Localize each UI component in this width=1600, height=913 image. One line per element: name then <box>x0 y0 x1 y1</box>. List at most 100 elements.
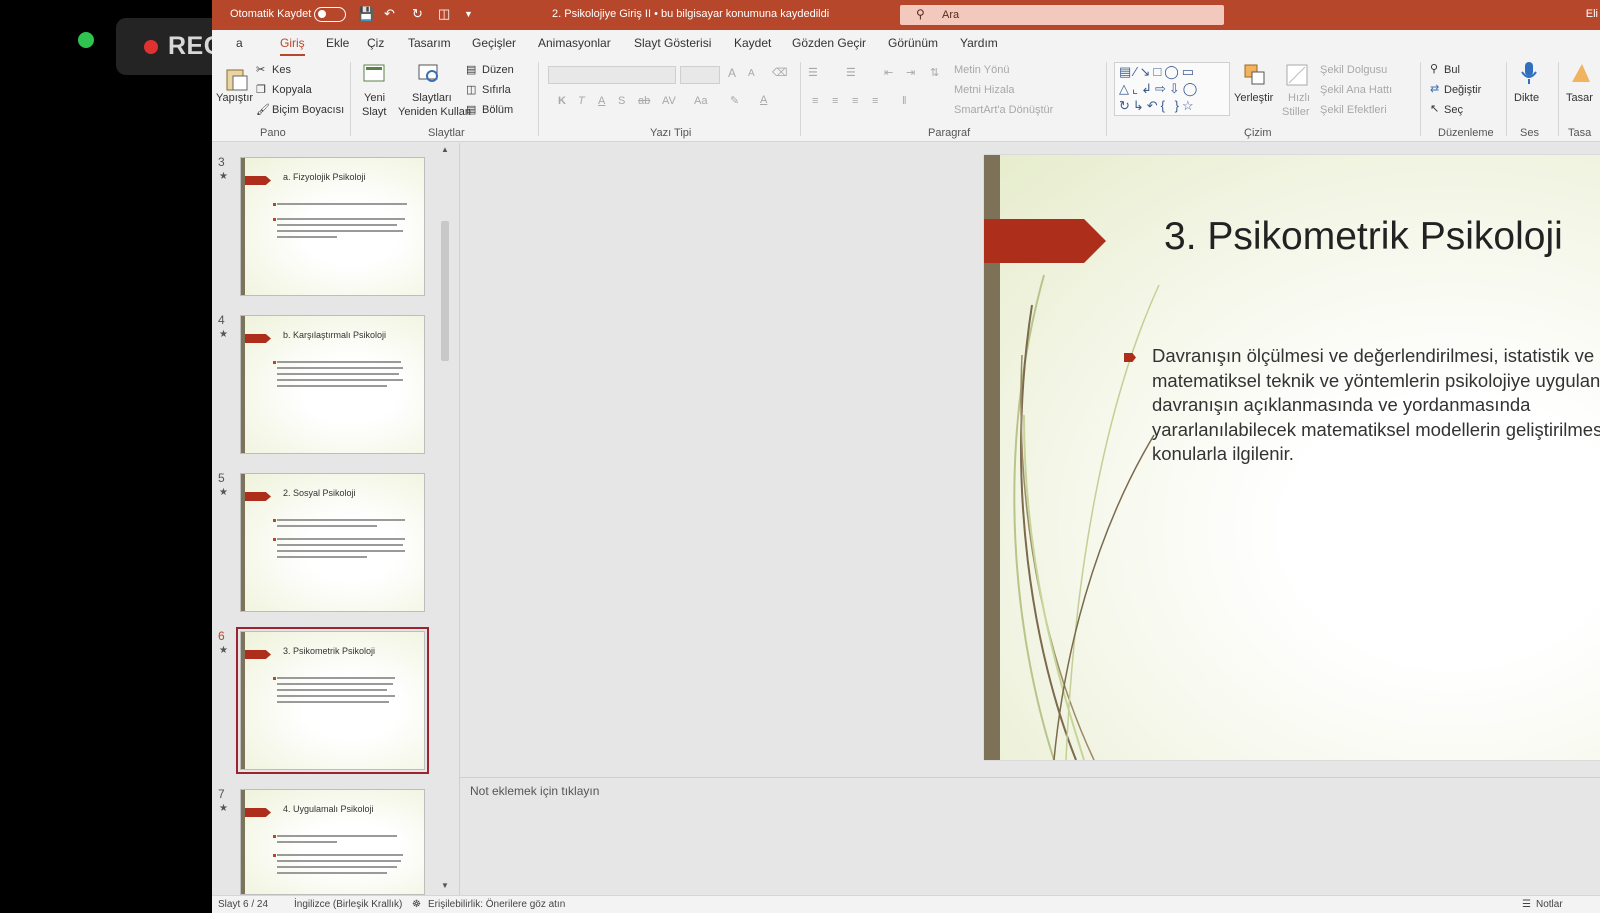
ribbon: Yapıştır ✂ Kes ❐ Kopyala 🖌 Biçim Boyacıs… <box>212 58 1600 142</box>
dictate-button[interactable]: Dikte <box>1514 92 1539 104</box>
shape-fill-button[interactable]: Şekil Dolgusu <box>1320 64 1387 76</box>
slide-body-text[interactable]: Davranışın ölçülmesi ve değerlendirilmes… <box>1152 344 1600 467</box>
tab-help[interactable]: Yardım <box>960 36 998 50</box>
thumbnail-text-line <box>277 683 393 685</box>
align-text-button[interactable]: Metni Hizala <box>954 84 1015 96</box>
justify-icon[interactable]: ≡ <box>872 95 878 107</box>
grow-font-button[interactable]: A <box>728 66 736 80</box>
notes-toggle[interactable]: Notlar <box>1536 899 1563 910</box>
tab-transitions[interactable]: Geçişler <box>472 36 516 50</box>
tab-draw[interactable]: Çiz <box>367 36 384 50</box>
tab-design[interactable]: Tasarım <box>408 36 451 50</box>
customize-qat-icon[interactable]: ▼ <box>464 9 473 19</box>
slide-number: 3 <box>218 155 225 169</box>
font-size-select[interactable] <box>680 66 720 84</box>
layout-button[interactable]: Düzen <box>482 64 514 76</box>
notes-pane[interactable]: Not eklemek için tıklayın <box>460 778 1600 895</box>
undo-icon[interactable]: ↶ <box>384 6 395 22</box>
document-title[interactable]: 2. Psikolojiye Giriş II • bu bilgisayar … <box>552 8 829 20</box>
font-family-select[interactable] <box>548 66 676 84</box>
strikethrough-button[interactable]: ab <box>638 95 650 107</box>
tab-file[interactable]: a <box>236 36 243 50</box>
new-slide-label-2: Slayt <box>362 106 387 118</box>
redo-icon[interactable]: ↻ <box>412 6 423 22</box>
designer-button[interactable]: Tasar <box>1566 92 1593 104</box>
tab-review[interactable]: Gözden Geçir <box>792 36 866 50</box>
replace-button[interactable]: Değiştir <box>1444 84 1481 96</box>
thumbnail-side-bar <box>241 474 245 611</box>
tab-home[interactable]: Giriş <box>280 36 305 56</box>
group-separator <box>1420 62 1421 136</box>
slide-title[interactable]: 3. Psikometrik Psikoloji <box>1164 215 1563 259</box>
increase-indent-icon[interactable]: ⇥ <box>906 66 915 79</box>
char-spacing-button[interactable]: AV <box>662 95 676 107</box>
select-icon: ↖ <box>1430 103 1440 115</box>
thumbnail-bullet <box>273 854 276 857</box>
thumbnail-text-line <box>277 701 389 703</box>
align-right-icon[interactable]: ≡ <box>852 95 858 107</box>
cut-button[interactable]: Kes <box>272 64 291 76</box>
save-icon[interactable]: 💾 <box>358 6 374 22</box>
search-box[interactable]: ⚲ Ara <box>900 5 1224 25</box>
group-label-duzenleme: Düzenleme <box>1438 127 1494 139</box>
scrollbar-thumb[interactable] <box>441 221 449 361</box>
thumbnail-flag <box>245 334 271 343</box>
group-separator <box>538 62 539 136</box>
clear-format-icon[interactable]: ⌫ <box>772 66 788 79</box>
shrink-font-button[interactable]: A <box>748 68 755 79</box>
arrange-button[interactable]: Yerleştir <box>1234 92 1273 104</box>
thumbnail-text-line <box>277 550 405 552</box>
present-icon[interactable]: ◫ <box>438 6 450 22</box>
text-direction-button[interactable]: Metin Yönü <box>954 64 1009 76</box>
format-painter-button[interactable]: Biçim Boyacısı <box>272 104 344 116</box>
decrease-indent-icon[interactable]: ⇤ <box>884 66 893 79</box>
tab-insert[interactable]: Ekle <box>326 36 349 50</box>
thumbnail-flag <box>245 808 271 817</box>
bold-button[interactable]: K <box>558 95 566 107</box>
thumbnail-title: 2. Sosyal Psikoloji <box>283 488 356 498</box>
language-indicator[interactable]: İngilizce (Birleşik Krallık) <box>294 899 402 910</box>
tab-slideshow[interactable]: Slayt Gösterisi <box>634 36 711 50</box>
underline-button[interactable]: A <box>598 95 605 107</box>
font-color-icon[interactable]: A <box>760 94 767 106</box>
thumbnail-text-line <box>277 689 387 691</box>
bullets-icon[interactable]: ☰ <box>808 66 818 79</box>
copy-button[interactable]: Kopyala <box>272 84 312 96</box>
highlight-icon[interactable]: ✎ <box>730 94 739 107</box>
account-name[interactable]: Eli <box>1586 8 1598 20</box>
align-left-icon[interactable]: ≡ <box>812 95 818 107</box>
designer-icon <box>1572 64 1590 82</box>
scroll-up-icon[interactable]: ▲ <box>440 145 450 155</box>
reset-button[interactable]: Sıfırla <box>482 84 511 96</box>
align-center-icon[interactable]: ≡ <box>832 95 838 107</box>
tab-animations[interactable]: Animasyonlar <box>538 36 611 50</box>
reuse-slides-button[interactable]: Slaytları <box>412 92 452 104</box>
accessibility-status[interactable]: Erişilebilirlik: Önerilere göz atın <box>428 899 565 910</box>
section-button[interactable]: Bölüm <box>482 104 513 116</box>
numbering-icon[interactable]: ☰ <box>846 66 856 79</box>
select-button[interactable]: Seç <box>1444 104 1463 116</box>
tab-view[interactable]: Görünüm <box>888 36 938 50</box>
paste-button[interactable]: Yapıştır <box>216 92 253 104</box>
thumbnails-scrollbar[interactable]: ▲ ▼ <box>438 143 452 895</box>
autosave-toggle[interactable] <box>314 7 346 22</box>
shadow-button[interactable]: S <box>618 95 625 107</box>
thumbnail-text-line <box>277 218 405 220</box>
smartart-button[interactable]: SmartArt'a Dönüştür <box>954 104 1053 116</box>
find-button[interactable]: Bul <box>1444 64 1460 76</box>
quick-styles-button[interactable]: Hızlı <box>1288 92 1310 104</box>
line-spacing-icon[interactable]: ⇅ <box>930 66 939 79</box>
columns-icon[interactable]: ‖ <box>902 95 907 107</box>
thumbnail-title: a. Fizyolojik Psikoloji <box>283 172 366 182</box>
italic-button[interactable]: T <box>578 95 585 107</box>
scroll-down-icon[interactable]: ▼ <box>440 881 450 891</box>
current-slide[interactable]: 3. Psikometrik Psikoloji Davranışın ölçü… <box>984 155 1600 760</box>
thumbnail-flag <box>245 492 271 501</box>
shape-effects-button[interactable]: Şekil Efektleri <box>1320 104 1387 116</box>
thumbnail-preview: b. Karşılaştırmalı Psikoloji <box>240 315 425 454</box>
shape-outline-button[interactable]: Şekil Ana Hattı <box>1320 84 1392 96</box>
change-case-button[interactable]: Aa <box>694 95 707 107</box>
tab-record[interactable]: Kaydet <box>734 36 771 50</box>
shapes-gallery[interactable]: ▤∕↘□◯▭ △⌞↲⇨⇩◯ ↻↳↶{ }☆ <box>1114 62 1230 116</box>
new-slide-button[interactable]: Yeni <box>364 92 385 104</box>
